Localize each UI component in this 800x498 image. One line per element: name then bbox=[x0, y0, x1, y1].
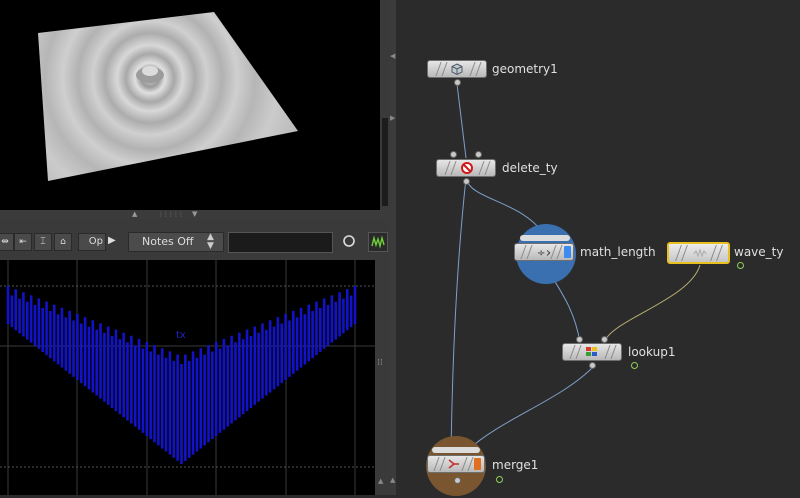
3d-viewport[interactable] bbox=[0, 0, 380, 210]
collapse-icon[interactable]: ▲ bbox=[390, 476, 395, 484]
notes-dropdown-label: Notes Off bbox=[142, 235, 194, 248]
scroll-down-icon[interactable]: ▲ bbox=[378, 477, 383, 485]
node-label: lookup1 bbox=[628, 345, 676, 359]
expand-right-icon[interactable]: ▶ bbox=[390, 114, 395, 122]
expand-left-icon[interactable]: ◀ bbox=[390, 52, 395, 60]
display-flag-icon[interactable] bbox=[737, 262, 744, 269]
node-merge1[interactable] bbox=[427, 455, 485, 473]
node-input-bar bbox=[520, 235, 570, 241]
cycle-icon[interactable] bbox=[340, 232, 358, 250]
input-connector[interactable] bbox=[576, 336, 583, 343]
node-label: geometry1 bbox=[492, 62, 558, 76]
node-label: delete_ty bbox=[502, 161, 558, 175]
node-input-bar bbox=[432, 447, 480, 453]
geometry-cube-icon bbox=[451, 63, 463, 76]
input-connector[interactable] bbox=[601, 336, 608, 343]
pane-splitter[interactable]: ▲ ⋮⋮⋮⋮⋮ ▼ bbox=[0, 210, 390, 218]
viewport-scrollbar[interactable] bbox=[380, 0, 390, 210]
lookup-icon bbox=[586, 347, 597, 356]
scroll-grip-icon[interactable]: ⁞⁞ bbox=[377, 358, 383, 368]
waveform-icon[interactable] bbox=[368, 232, 388, 252]
graph-gridlines bbox=[0, 260, 375, 495]
node-lookup1[interactable] bbox=[562, 343, 622, 361]
node-label: merge1 bbox=[492, 458, 539, 472]
node-wave_ty[interactable] bbox=[667, 242, 730, 264]
network-editor[interactable]: geometry1 delete_ty ÷× math_length wave_… bbox=[396, 0, 800, 496]
channel-graph[interactable]: tx bbox=[0, 260, 375, 495]
notes-dropdown[interactable]: Notes Off ▲ ▼ bbox=[128, 232, 224, 252]
scrollbar-thumb[interactable] bbox=[382, 118, 388, 206]
splitter-grip-icon[interactable]: ⋮⋮⋮⋮⋮ bbox=[158, 211, 184, 218]
svg-text:÷×: ÷× bbox=[537, 248, 550, 259]
node-label: wave_ty bbox=[734, 245, 784, 259]
graph-scrollbar[interactable]: ⁞⁞ ▲ bbox=[375, 260, 390, 495]
options-button[interactable]: Op bbox=[78, 233, 106, 251]
channel-label: tx bbox=[176, 330, 186, 341]
display-flag-icon[interactable] bbox=[631, 362, 638, 369]
output-connector[interactable] bbox=[454, 79, 461, 86]
output-connector[interactable] bbox=[454, 477, 461, 484]
delete-icon bbox=[461, 162, 473, 174]
play-icon[interactable]: ▶ bbox=[108, 233, 120, 249]
motion-view-toolbar: ⇹ ⇤ ⌶ ⌂ Op ▶ Notes Off ▲ ▼ bbox=[0, 218, 390, 261]
node-math_length[interactable]: ÷× bbox=[514, 243, 574, 261]
math-icon: ÷× bbox=[537, 248, 550, 259]
node-delete_ty[interactable] bbox=[436, 159, 496, 177]
node-label: math_length bbox=[580, 245, 656, 259]
ripple-surface-mesh bbox=[38, 12, 298, 181]
home-icon[interactable]: ⌂ bbox=[54, 233, 72, 251]
bounds-icon[interactable]: ⇹ bbox=[0, 233, 14, 251]
display-flag[interactable] bbox=[564, 246, 571, 258]
channel-waveform bbox=[6, 286, 357, 464]
collapse-up-icon[interactable]: ▲ bbox=[132, 210, 137, 218]
merge-icon bbox=[448, 459, 459, 469]
output-connector[interactable] bbox=[463, 178, 470, 185]
collapse-down-icon[interactable]: ▼ bbox=[192, 210, 197, 218]
display-flag[interactable] bbox=[474, 458, 481, 470]
updown-arrows-icon: ▲ ▼ bbox=[207, 232, 214, 251]
display-flag-icon[interactable] bbox=[496, 476, 503, 483]
scale-icon[interactable]: ⌶ bbox=[34, 233, 52, 251]
node-geometry1[interactable] bbox=[427, 60, 487, 78]
wave-icon bbox=[693, 248, 707, 258]
range-icon[interactable]: ⇤ bbox=[14, 233, 32, 251]
channel-field[interactable] bbox=[228, 232, 333, 253]
output-connector[interactable] bbox=[589, 362, 596, 369]
input-connector[interactable] bbox=[450, 151, 457, 158]
input-connector[interactable] bbox=[475, 151, 482, 158]
